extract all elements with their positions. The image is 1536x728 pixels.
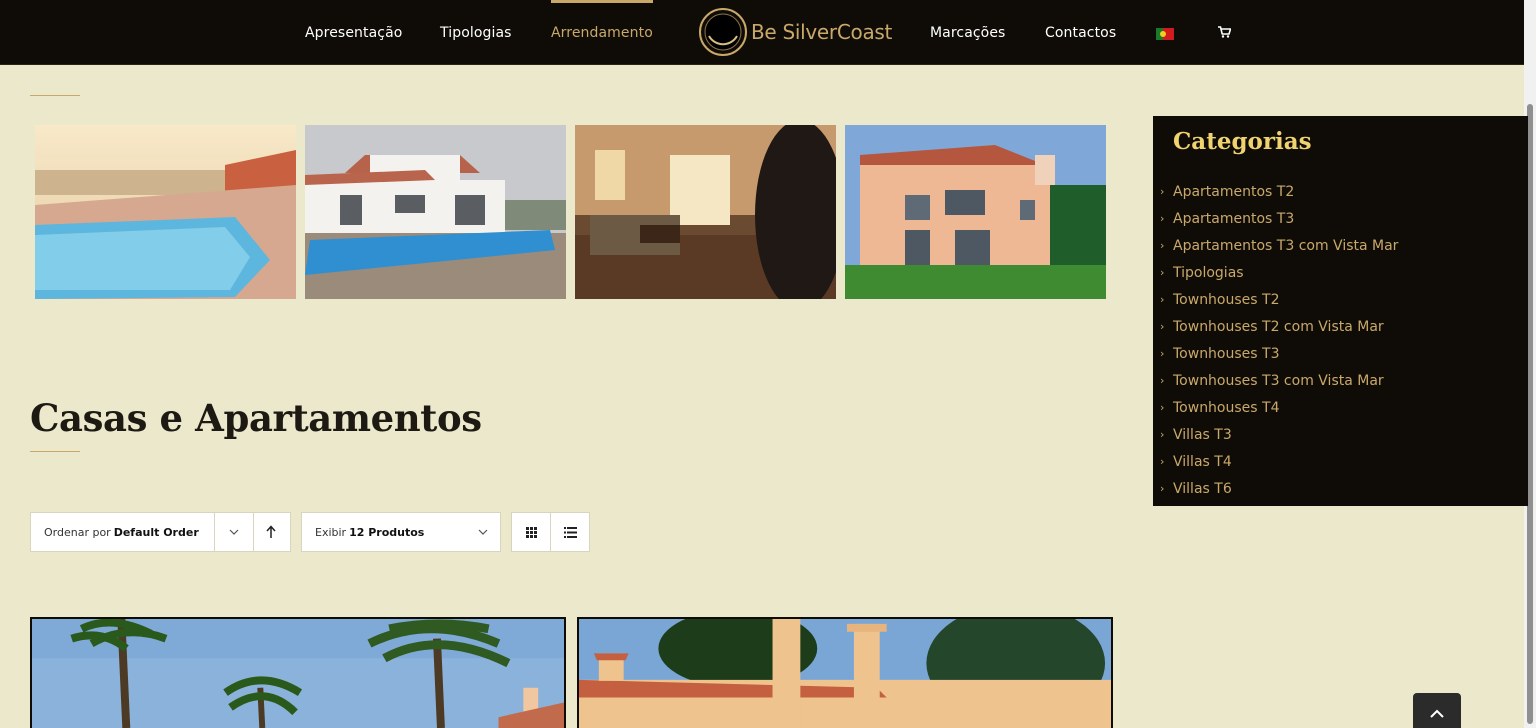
section-title: Casas e Apartamentos [30,396,482,440]
sort-value: Default Order [113,525,199,539]
products-per-page-select[interactable]: Exibir 12 Produtos [301,512,501,552]
gallery-image-villa-pool[interactable] [305,125,566,299]
title-underline [30,95,80,96]
category-link[interactable]: › Apartamentos T3 [1160,205,1398,232]
category-link[interactable]: › Townhouses T2 com Vista Mar [1160,313,1398,340]
list-view-icon[interactable] [564,527,577,538]
chevron-right-icon: › [1160,185,1165,198]
gallery-image-pool-view[interactable] [35,125,296,299]
category-link[interactable]: › Townhouses T3 [1160,340,1398,367]
chevron-right-icon: › [1160,320,1165,333]
category-link[interactable]: › Townhouses T3 com Vista Mar [1160,367,1398,394]
sort-direction-arrow-icon[interactable] [266,525,276,539]
logo-ring-icon [699,8,747,56]
show-prefix: Exibir [315,525,347,539]
category-link[interactable]: › Villas T3 [1160,421,1398,448]
section-title-underline [30,451,80,452]
category-list: › Apartamentos T2 › Apartamentos T3 › Apart… [1160,178,1398,502]
gallery-image-living-room[interactable] [575,125,836,299]
scroll-to-top-button[interactable] [1413,693,1461,728]
chevron-right-icon: › [1160,212,1165,225]
product-card-image[interactable] [30,617,566,728]
chevron-up-icon [1430,709,1444,718]
nav-tipologias[interactable]: Tipologias [440,0,512,65]
category-link[interactable]: › Apartamentos T3 com Vista Mar [1160,232,1398,259]
category-link[interactable]: › Townhouses T2 [1160,286,1398,313]
category-link[interactable]: › Apartamentos T2 [1160,178,1398,205]
category-link[interactable]: › Tipologias [1160,259,1398,286]
category-link[interactable]: › Villas T4 [1160,448,1398,475]
category-link[interactable]: › Villas T6 [1160,475,1398,502]
chevron-right-icon: › [1160,374,1165,387]
gallery-image-villa-facade[interactable] [845,125,1106,299]
chevron-right-icon: › [1160,428,1165,441]
view-toggle [511,512,590,552]
portugal-flag-icon[interactable] [1156,28,1174,40]
sidebar-title: Categorias [1173,128,1312,155]
nav-marcacoes[interactable]: Marcações [930,0,1005,65]
chevron-right-icon: › [1160,455,1165,468]
sort-prefix: Ordenar por [44,525,111,539]
cart-icon[interactable] [1218,26,1231,38]
show-value: 12 Produtos [349,525,425,539]
logo-text: Be SilverCoast [751,20,893,44]
site-logo[interactable]: Be SilverCoast [697,6,892,58]
nav-apresentacao[interactable]: Apresentação [305,0,402,65]
nav-arrendamento[interactable]: Arrendamento [551,0,653,65]
chevron-right-icon: › [1160,293,1165,306]
sort-order-control[interactable]: Ordenar por Default Order [30,512,291,552]
chevron-right-icon: › [1160,482,1165,495]
chevron-down-icon[interactable] [229,528,239,536]
chevron-right-icon: › [1160,239,1165,252]
chevron-right-icon: › [1160,266,1165,279]
product-card-image[interactable] [577,617,1113,728]
top-navigation-bar: Apresentação Tipologias Arrendamento Be … [0,0,1524,65]
chevron-right-icon: › [1160,401,1165,414]
nav-contactos[interactable]: Contactos [1045,0,1116,65]
category-link[interactable]: › Townhouses T4 [1160,394,1398,421]
chevron-down-icon [478,529,488,535]
grid-view-icon[interactable] [526,527,537,538]
chevron-right-icon: › [1160,347,1165,360]
categories-sidebar: Categorias › Apartamentos T2 › Apartamento… [1153,116,1528,506]
